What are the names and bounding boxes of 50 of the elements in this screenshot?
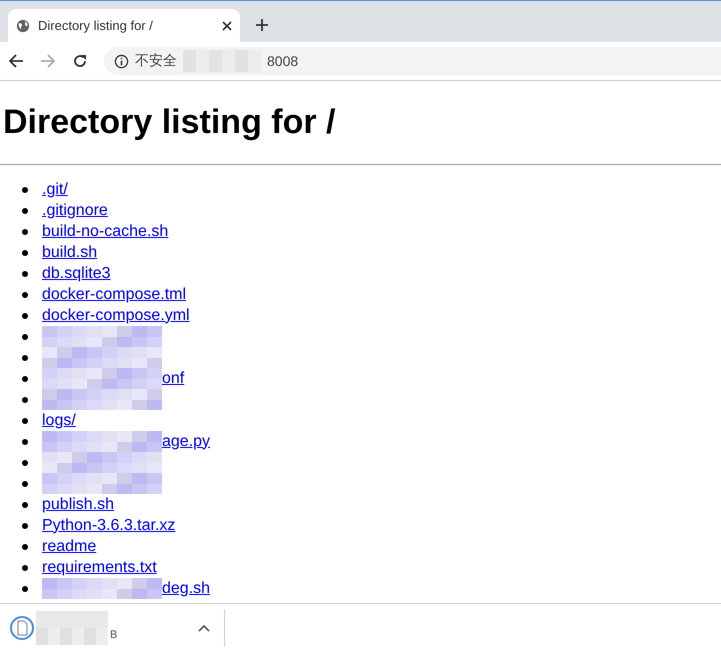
address-bar[interactable]: 不安全 8008	[104, 47, 721, 75]
redaction-mosaic	[36, 610, 108, 644]
file-link[interactable]: requirements.txt	[42, 558, 157, 576]
bullet-icon	[22, 292, 28, 298]
file-link[interactable]: publish.sh	[42, 496, 114, 514]
file-link[interactable]: readme	[42, 538, 96, 556]
file-link[interactable]: age.py	[162, 432, 210, 450]
file-size: B	[110, 628, 118, 640]
bullet-icon	[22, 502, 28, 508]
bullet-icon	[22, 228, 28, 234]
info-icon	[114, 54, 129, 68]
file-link[interactable]: deg.sh	[162, 580, 210, 598]
globe-icon	[16, 18, 30, 32]
bullet-icon	[22, 270, 28, 276]
security-label: 不安全	[135, 52, 177, 70]
file-link[interactable]: logs/	[42, 412, 76, 430]
url-text: 8008	[267, 53, 298, 69]
bullet-icon	[22, 250, 28, 256]
bullet-icon	[22, 376, 28, 382]
page-heading: Directory listing for /	[3, 103, 336, 142]
file-link[interactable]: build-no-cache.sh	[42, 222, 168, 240]
bullet-icon	[22, 334, 28, 340]
bullet-icon	[22, 396, 28, 402]
caret-icon[interactable]	[198, 624, 210, 632]
file-link[interactable]: build.sh	[42, 244, 98, 262]
bullet-icon	[22, 586, 28, 592]
bullet-icon	[22, 354, 28, 360]
browser-tab[interactable]: Directory listing for /	[8, 9, 240, 42]
bullet-icon	[22, 418, 28, 424]
bullet-icon	[22, 460, 28, 466]
close-icon[interactable]	[222, 20, 232, 30]
bullet-icon	[22, 544, 28, 550]
file-link[interactable]: onf	[162, 370, 184, 388]
file-icon	[10, 616, 34, 640]
file-link[interactable]: docker-compose.tml	[42, 286, 186, 304]
bullet-icon	[22, 480, 28, 486]
reload-icon[interactable]	[72, 53, 88, 69]
back-icon[interactable]	[8, 53, 24, 69]
bullet-icon	[22, 312, 28, 318]
bullet-icon	[22, 208, 28, 214]
bullet-icon	[22, 564, 28, 570]
bullet-icon	[22, 438, 28, 444]
file-link[interactable]: .gitignore	[42, 202, 108, 220]
bullet-icon	[22, 186, 28, 192]
new-tab-icon[interactable]	[256, 19, 268, 31]
file-link[interactable]: docker-compose.yml	[42, 306, 190, 324]
file-link[interactable]: .git/	[42, 180, 68, 198]
file-link[interactable]: db.sqlite3	[42, 264, 110, 282]
bullet-icon	[22, 522, 28, 528]
file-link[interactable]: Python-3.6.3.tar.xz	[42, 516, 176, 534]
